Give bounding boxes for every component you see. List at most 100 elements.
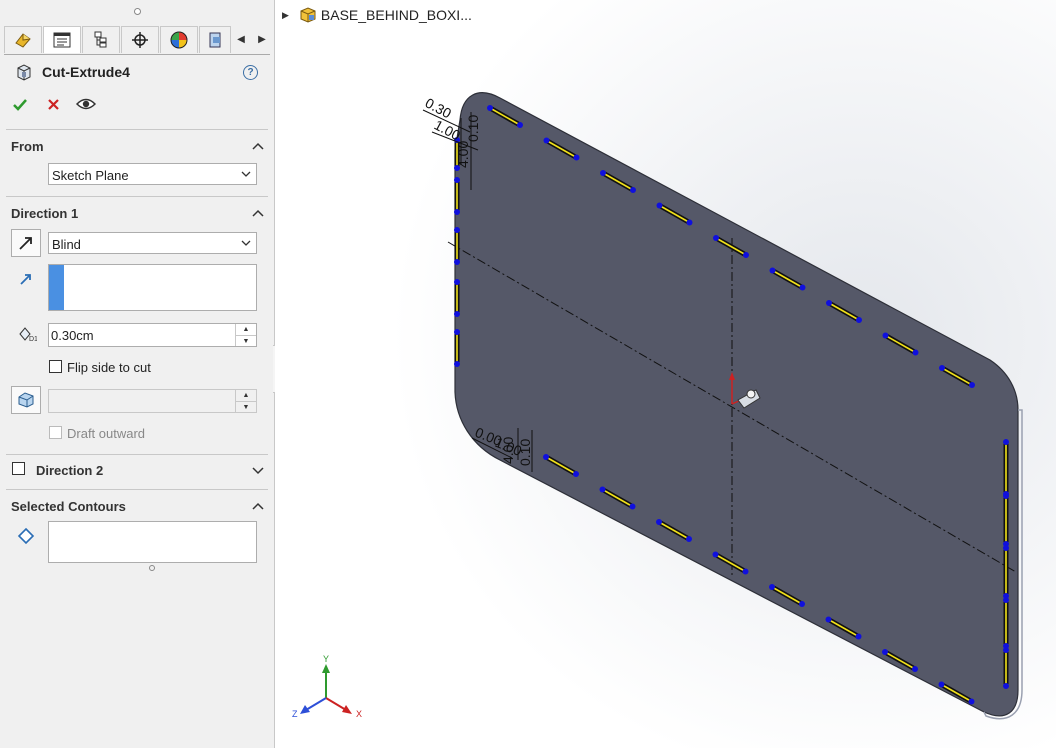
dimension-label: 4.00: [455, 141, 471, 168]
dimension-label: 4.00: [500, 437, 516, 464]
sketch-point: [454, 311, 460, 317]
slot[interactable]: [1003, 439, 1009, 497]
sketch-point: [454, 209, 460, 215]
sketch-point: [1003, 439, 1009, 445]
sketch-point: [686, 536, 692, 542]
chevron-down-icon[interactable]: [252, 465, 264, 475]
sketch-point: [968, 698, 975, 705]
reverse-direction-button[interactable]: [11, 229, 41, 257]
direction2-checkbox[interactable]: [12, 462, 25, 475]
sketch-point: [629, 503, 636, 510]
sketch-point: [599, 486, 606, 493]
sketch-point: [742, 568, 749, 575]
sketch-point: [454, 279, 460, 285]
sketch-point: [882, 649, 888, 655]
draft-outward-label: Draft outward: [67, 426, 146, 441]
sketch-point: [826, 300, 832, 306]
spin-up-icon[interactable]: ▲: [236, 324, 256, 336]
property-manager-panel: ◀ ▶ Cut-Extrude4 ? From Sketch Plane Dir…: [0, 0, 275, 748]
slot[interactable]: [454, 279, 460, 317]
sketch-point: [912, 666, 918, 672]
draft-angle-input[interactable]: ▲ ▼: [48, 389, 257, 413]
part-name-label[interactable]: BASE_BEHIND_BOXI...: [321, 7, 472, 23]
direction2-section-header[interactable]: Direction 2: [36, 463, 103, 478]
sketch-point: [969, 382, 975, 388]
list-resize-grip[interactable]: [149, 565, 155, 571]
tab-scroll-left-button[interactable]: ◀: [232, 28, 250, 50]
sketch-point: [686, 219, 693, 226]
expand-arrow-icon[interactable]: ▶: [282, 10, 289, 21]
sketch-point: [543, 454, 549, 460]
tab-feature-manager[interactable]: [4, 26, 42, 53]
sketch-point: [713, 235, 719, 241]
tab-property-manager[interactable]: [43, 26, 81, 53]
feature-tree-flyout[interactable]: ▶ BASE_BEHIND_BOXI...: [282, 7, 472, 23]
spin-down-icon[interactable]: ▼: [236, 336, 256, 347]
draft-outward-checkbox[interactable]: [49, 426, 62, 439]
slot[interactable]: [1003, 493, 1009, 547]
from-section-header[interactable]: From: [11, 139, 44, 154]
depth-dimension-icon: D1: [19, 327, 37, 343]
chevron-down-icon: [241, 240, 251, 246]
chevron-down-icon: [241, 171, 251, 177]
selected-contours-list[interactable]: [48, 521, 257, 563]
triad-z-label: Z: [292, 709, 298, 719]
feature-title: Cut-Extrude4: [42, 64, 130, 80]
chevron-up-icon[interactable]: [252, 208, 264, 218]
sketch-point: [825, 616, 832, 623]
start-condition-select[interactable]: Sketch Plane: [48, 163, 257, 185]
slot[interactable]: [454, 177, 460, 215]
spin-down-icon[interactable]: ▼: [236, 402, 256, 413]
start-condition-value: Sketch Plane: [52, 168, 129, 183]
graphics-viewport[interactable]: 0.30 1.00 4.00 0.10 0.00 1.00 4.00 0.10 …: [275, 0, 1056, 748]
tab-configuration-manager[interactable]: [82, 26, 120, 53]
chevron-up-icon[interactable]: [252, 141, 264, 151]
slot[interactable]: [454, 329, 460, 367]
flip-side-to-cut-checkbox[interactable]: [49, 360, 62, 373]
draft-angle-spinner[interactable]: ▲ ▼: [235, 390, 256, 412]
selected-contours-section-header[interactable]: Selected Contours: [11, 499, 126, 514]
chevron-up-icon[interactable]: [252, 501, 264, 511]
model-view[interactable]: 0.30 1.00 4.00 0.10 0.00 1.00 4.00 0.10 …: [275, 0, 1056, 748]
slot[interactable]: [1003, 647, 1009, 689]
triad-y-label: Y: [323, 654, 329, 664]
depth-spinner[interactable]: ▲ ▼: [235, 324, 256, 346]
tab-scroll-right-button[interactable]: ▶: [253, 28, 271, 50]
reverse-direction-icon: [19, 237, 32, 250]
cancel-x-icon[interactable]: [47, 98, 60, 111]
tab-extra[interactable]: [199, 26, 231, 53]
sketch-point: [454, 329, 460, 335]
separator: [6, 454, 268, 455]
contour-diamond-icon: [17, 527, 35, 545]
sketch-point: [454, 177, 460, 183]
sketch-point: [799, 601, 805, 607]
depth-value: 0.30cm: [51, 328, 94, 343]
slot[interactable]: [1003, 545, 1009, 599]
sketch-point: [712, 551, 719, 558]
direction1-section-header[interactable]: Direction 1: [11, 206, 78, 221]
slot[interactable]: [454, 227, 460, 265]
slot[interactable]: [1003, 597, 1009, 649]
preview-eye-icon[interactable]: [76, 97, 96, 111]
dimension-label: 0.10: [517, 439, 533, 466]
tab-dimxpert-manager[interactable]: [121, 26, 159, 53]
separator: [6, 129, 268, 130]
sketch-point: [1003, 683, 1009, 689]
spin-up-icon[interactable]: ▲: [236, 390, 256, 402]
active-selection-indicator: [49, 265, 64, 310]
sketch-point: [743, 252, 749, 258]
ok-check-icon[interactable]: [12, 97, 28, 113]
tab-display-manager[interactable]: [160, 26, 198, 53]
direction-of-extrusion-field[interactable]: [48, 264, 257, 311]
draft-toggle-button[interactable]: [11, 386, 41, 414]
sketch-point: [799, 284, 806, 291]
end-condition-select[interactable]: Blind: [48, 232, 257, 254]
help-icon[interactable]: ?: [243, 65, 258, 80]
panel-resize-grip[interactable]: [134, 8, 141, 15]
arrow-left-icon: ◀: [237, 33, 245, 45]
depth-input[interactable]: 0.30cm ▲ ▼: [48, 323, 257, 347]
arrow-right-icon: ▶: [258, 33, 266, 45]
triad-x-label: X: [356, 709, 362, 719]
sketch-point: [882, 332, 889, 339]
end-condition-value: Blind: [52, 237, 81, 252]
